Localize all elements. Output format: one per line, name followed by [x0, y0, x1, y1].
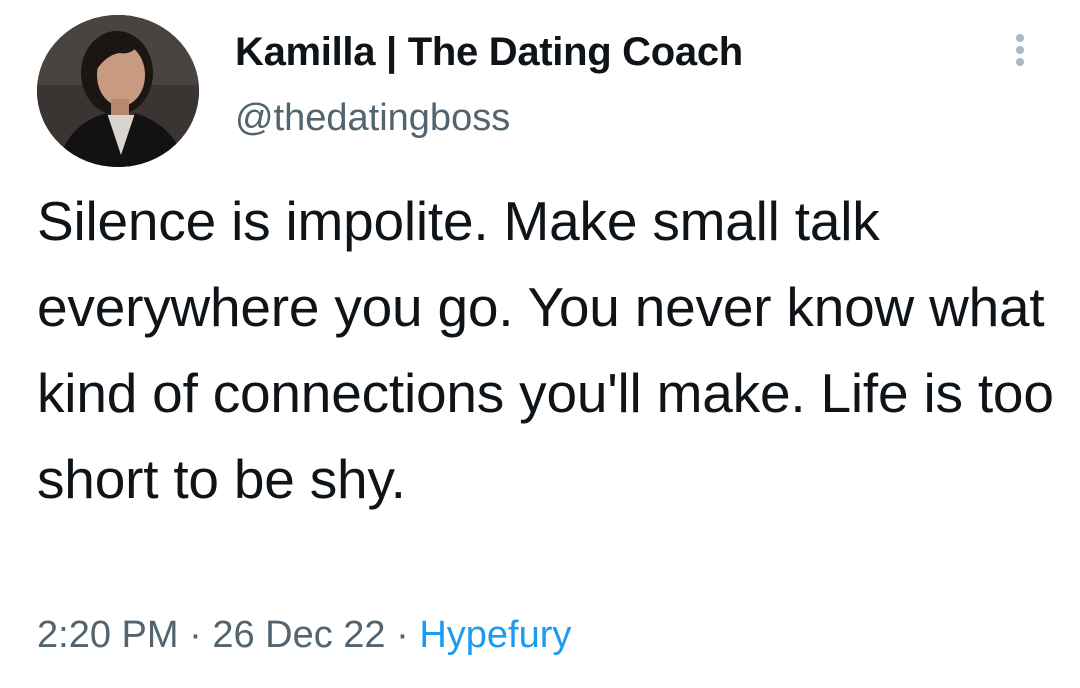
tweet-time[interactable]: 2:20 PM — [37, 614, 179, 656]
tweet-date[interactable]: 26 Dec 22 — [212, 614, 385, 656]
tweet-card: Kamilla | The Dating Coach @thedatingbos… — [0, 0, 1080, 688]
avatar[interactable] — [37, 15, 199, 167]
meta-separator: · — [178, 614, 213, 656]
more-dot — [1016, 46, 1024, 54]
tweet-meta: 2:20 PM · 26 Dec 22 · Hypefury — [37, 614, 571, 657]
more-vertical-icon[interactable] — [1008, 34, 1032, 74]
more-dot — [1016, 58, 1024, 66]
tweet-source-link[interactable]: Hypefury — [419, 614, 571, 656]
meta-separator: · — [385, 614, 420, 656]
tweet-text: Silence is impolite. Make small talk eve… — [37, 190, 1054, 510]
profile-photo-icon — [37, 15, 199, 167]
author-display-name[interactable]: Kamilla | The Dating Coach — [235, 30, 743, 75]
more-dot — [1016, 34, 1024, 42]
author-handle[interactable]: @thedatingboss — [235, 97, 510, 140]
